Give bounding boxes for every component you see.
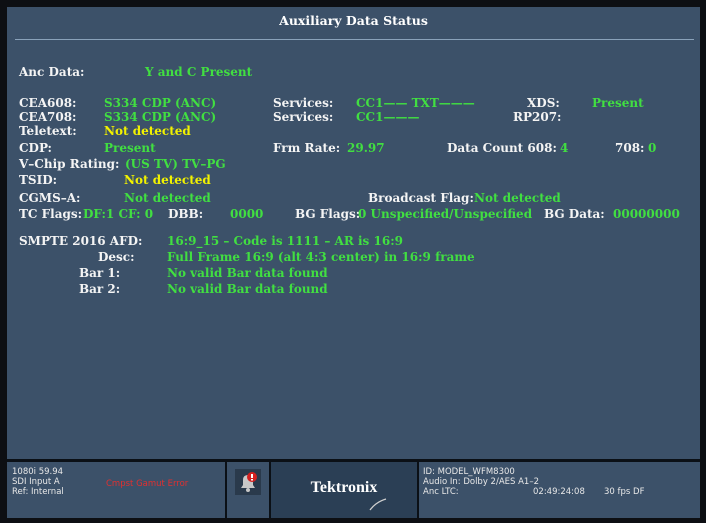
tsid-value: Not detected: [124, 173, 211, 187]
frm-rate-label: Frm Rate:: [273, 141, 341, 155]
afd-desc-label: Desc:: [98, 250, 135, 264]
data-count-608-label: Data Count 608:: [447, 141, 557, 155]
cea708-services-value: CC1———: [356, 110, 420, 124]
bar2-value: No valid Bar data found: [167, 282, 328, 296]
data-count-708-label: 708:: [615, 141, 645, 155]
cea608-services-value: CC1—— TXT———: [356, 96, 475, 110]
teletext-label: Teletext:: [19, 124, 77, 138]
vchip-value: (US TV) TV–PG: [125, 157, 226, 171]
cgms-label: CGMS–A:: [19, 191, 81, 205]
broadcast-flag-label: Broadcast Flag:: [368, 191, 474, 205]
bg-data-value: 00000000: [613, 207, 680, 221]
xds-label: XDS:: [527, 96, 560, 110]
device-id: ID: MODEL_WFM8300: [423, 467, 515, 477]
frm-rate-value: 29.97: [347, 141, 385, 155]
input-source: SDI Input A: [12, 477, 60, 487]
ltc-label: Anc LTC:: [423, 487, 459, 497]
bar1-value: No valid Bar data found: [167, 266, 328, 280]
bg-flags-label: BG Flags:: [295, 207, 361, 221]
cdp-label: CDP:: [19, 141, 52, 155]
signal-panel: 1080i 59.94 SDI Input A Ref: Internal Cm…: [7, 462, 225, 518]
vchip-label: V–Chip Rating:: [19, 157, 120, 171]
teletext-value: Not detected: [104, 124, 191, 138]
bg-flags-value: 0 Unspecified/Unspecified: [358, 207, 533, 221]
data-count-608-value: 4: [560, 141, 569, 155]
aux-data-status-screen: Auxiliary Data Status Anc Data: Y and C …: [7, 7, 700, 518]
device-info-panel: ID: MODEL_WFM8300 Audio In: Dolby 2/AES …: [419, 462, 700, 518]
alarm-bell-icon[interactable]: [235, 469, 261, 495]
afd-desc-value: Full Frame 16:9 (alt 4:3 center) in 16:9…: [167, 250, 475, 264]
bar2-label: Bar 2:: [79, 282, 121, 296]
cea608-value: S334 CDP (ANC): [104, 96, 217, 110]
xds-value: Present: [592, 96, 644, 110]
anc-data-label: Anc Data:: [19, 65, 85, 79]
afd-value: 16:9_15 – Code is 1111 – AR is 16:9: [167, 234, 403, 248]
video-format: 1080i 59.94: [12, 467, 64, 477]
rp207-label: RP207:: [513, 110, 562, 124]
brand-swoosh-icon: [369, 498, 387, 511]
error-status[interactable]: Cmpst Gamut Error: [106, 479, 188, 489]
dbb-label: DBB:: [168, 207, 204, 221]
cgms-value: Not detected: [124, 191, 211, 205]
data-count-708-value: 0: [648, 141, 657, 155]
afd-label: SMPTE 2016 AFD:: [19, 234, 143, 248]
cea608-label: CEA608:: [19, 96, 77, 110]
page-title: Auxiliary Data Status: [279, 13, 428, 28]
dbb-value: 0000: [230, 207, 264, 221]
cea608-services-label: Services:: [273, 96, 334, 110]
cea708-services-label: Services:: [273, 110, 334, 124]
alarm-panel: [227, 462, 269, 518]
title-divider: [15, 39, 694, 40]
reference-source: Ref: Internal: [12, 487, 64, 497]
audio-input: Audio In: Dolby 2/AES A1–2: [423, 477, 539, 487]
cdp-value: Present: [104, 141, 156, 155]
bg-data-label: BG Data:: [544, 207, 605, 221]
tc-flags-label: TC Flags:: [19, 207, 83, 221]
ltc-rate: 30 fps DF: [604, 487, 645, 497]
tc-flags-value: DF:1 CF: 0: [83, 207, 154, 221]
broadcast-flag-value: Not detected: [474, 191, 561, 205]
status-bar: 1080i 59.94 SDI Input A Ref: Internal Cm…: [7, 459, 700, 518]
brand-panel: Tektronix: [271, 462, 417, 518]
ltc-time: 02:49:24:08: [533, 487, 585, 497]
cea708-label: CEA708:: [19, 110, 77, 124]
anc-data-value: Y and C Present: [145, 65, 253, 79]
bar1-label: Bar 1:: [79, 266, 121, 280]
cea708-value: S334 CDP (ANC): [104, 110, 217, 124]
tsid-label: TSID:: [19, 173, 58, 187]
brand-logo: Tektronix: [310, 479, 378, 496]
